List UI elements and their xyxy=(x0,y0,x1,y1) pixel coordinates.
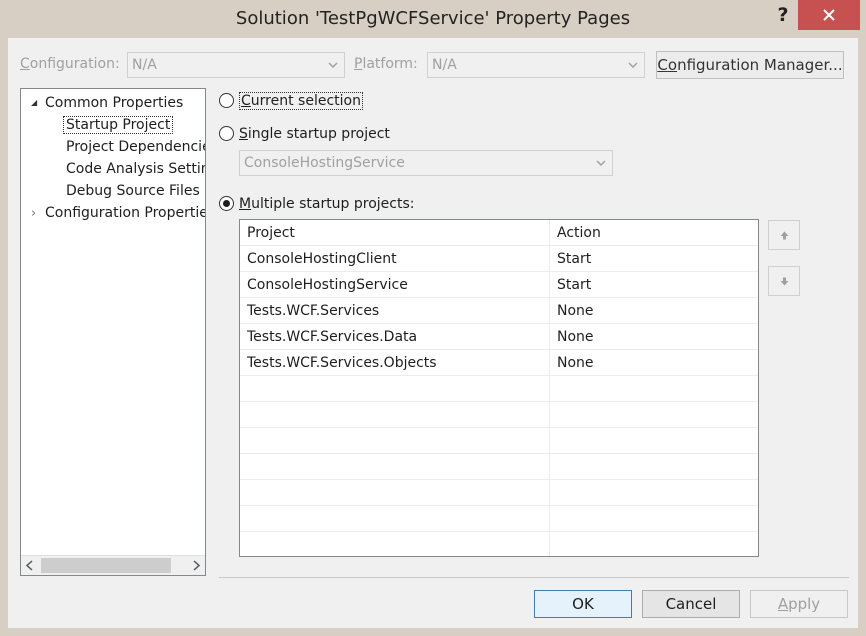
empty-cell xyxy=(240,376,550,402)
empty-cell xyxy=(550,532,758,556)
empty-cell xyxy=(550,428,758,454)
action-cell[interactable]: None xyxy=(550,298,758,324)
table-row[interactable]: Tests.WCF.Services.Objects None xyxy=(240,350,758,376)
current-selection-radio[interactable]: Current selection xyxy=(219,91,363,113)
empty-cell xyxy=(550,506,758,532)
action-cell[interactable]: Start xyxy=(550,246,758,272)
tree-item-label: Code Analysis Setting xyxy=(66,161,206,177)
arrow-up-icon xyxy=(780,231,789,240)
close-icon xyxy=(823,9,835,21)
empty-cell xyxy=(240,402,550,428)
column-header-action[interactable]: Action xyxy=(550,220,758,246)
empty-row xyxy=(240,480,758,506)
window-title: Solution 'TestPgWCFService' Property Pag… xyxy=(235,8,631,29)
chevron-down-icon xyxy=(596,160,606,167)
chevron-down-icon xyxy=(328,62,338,69)
project-cell: ConsoleHostingClient xyxy=(240,246,550,272)
grid-header-row: Project Action xyxy=(240,220,758,246)
project-cell: Tests.WCF.Services.Objects xyxy=(240,350,550,376)
tree-item-label: Startup Project xyxy=(63,116,174,134)
cancel-button[interactable]: Cancel xyxy=(642,590,740,618)
empty-cell xyxy=(240,454,550,480)
single-startup-radio[interactable]: Single startup project xyxy=(219,124,390,146)
title-bar[interactable]: Solution 'TestPgWCFService' Property Pag… xyxy=(0,0,866,38)
radio-circle-checked xyxy=(219,196,234,211)
chevron-down-icon xyxy=(628,62,638,69)
tree-collapsed-icon[interactable]: › xyxy=(31,203,45,225)
move-down-button[interactable] xyxy=(768,266,800,296)
empty-cell xyxy=(240,506,550,532)
single-startup-label: Single startup project xyxy=(239,126,390,142)
tree-item-label: Configuration Properties xyxy=(45,205,206,221)
scroll-left-icon[interactable] xyxy=(26,560,33,571)
property-pages-window: Solution 'TestPgWCFService' Property Pag… xyxy=(0,0,866,636)
column-header-project[interactable]: Project xyxy=(240,220,550,246)
tree-expanded-icon[interactable]: ◢ xyxy=(31,92,45,114)
tree-item-common-properties[interactable]: ◢ Common Properties xyxy=(31,92,183,114)
empty-cell xyxy=(550,454,758,480)
tree-item-debug-source-files[interactable]: Debug Source Files xyxy=(66,180,200,202)
empty-cell xyxy=(240,532,550,556)
empty-row xyxy=(240,454,758,480)
footer-separator xyxy=(219,577,849,578)
arrow-down-icon xyxy=(780,277,789,286)
radio-circle xyxy=(219,93,234,108)
empty-cell xyxy=(240,428,550,454)
action-cell[interactable]: None xyxy=(550,324,758,350)
tree-item-project-dependencies[interactable]: Project Dependencie xyxy=(66,136,206,158)
empty-cell xyxy=(550,480,758,506)
tree-item-label: Project Dependencie xyxy=(66,139,206,155)
single-startup-combo-value: ConsoleHostingService xyxy=(244,155,405,171)
property-tree[interactable]: ◢ Common Properties Startup Project Proje… xyxy=(20,88,206,576)
configuration-manager-button[interactable]: Configuration Manager... xyxy=(656,51,844,79)
move-up-button[interactable] xyxy=(768,220,800,250)
table-row[interactable]: Tests.WCF.Services.Data None xyxy=(240,324,758,350)
tree-item-code-analysis-settings[interactable]: Code Analysis Setting xyxy=(66,158,206,180)
project-cell: Tests.WCF.Services xyxy=(240,298,550,324)
table-row[interactable]: ConsoleHostingService Start xyxy=(240,272,758,298)
scroll-right-icon[interactable] xyxy=(193,560,200,571)
empty-row xyxy=(240,532,758,556)
dialog-client-area: Configuration: N/A Platform: N/A Configu… xyxy=(8,38,858,628)
platform-combo[interactable]: N/A xyxy=(427,52,645,78)
scrollbar-thumb[interactable] xyxy=(41,558,171,573)
empty-cell xyxy=(550,376,758,402)
radio-circle xyxy=(219,126,234,141)
apply-button[interactable]: Apply xyxy=(750,590,848,618)
tree-item-label: Debug Source Files xyxy=(66,183,200,199)
tree-item-configuration-properties[interactable]: › Configuration Properties xyxy=(31,202,206,225)
empty-row xyxy=(240,506,758,532)
empty-cell xyxy=(240,480,550,506)
configuration-label: Configuration: xyxy=(20,56,120,72)
empty-row xyxy=(240,402,758,428)
table-row[interactable]: Tests.WCF.Services None xyxy=(240,298,758,324)
current-selection-label: Current selection xyxy=(239,92,363,110)
single-startup-combo[interactable]: ConsoleHostingService xyxy=(239,150,613,176)
platform-combo-value: N/A xyxy=(432,57,457,73)
tree-item-startup-project[interactable]: Startup Project xyxy=(63,114,174,136)
multiple-startup-radio[interactable]: Multiple startup projects: xyxy=(219,194,415,216)
help-button[interactable]: ? xyxy=(768,2,798,28)
action-cell[interactable]: Start xyxy=(550,272,758,298)
empty-row xyxy=(240,428,758,454)
table-row[interactable]: ConsoleHostingClient Start xyxy=(240,246,758,272)
ok-button[interactable]: OK xyxy=(534,590,632,618)
empty-row xyxy=(240,376,758,402)
configuration-combo-value: N/A xyxy=(132,57,157,73)
startup-projects-grid[interactable]: Project Action ConsoleHostingClient Star… xyxy=(239,219,759,557)
configuration-combo[interactable]: N/A xyxy=(127,52,345,78)
project-cell: ConsoleHostingService xyxy=(240,272,550,298)
multiple-startup-label: Multiple startup projects: xyxy=(239,196,415,212)
close-button[interactable] xyxy=(798,0,860,30)
project-cell: Tests.WCF.Services.Data xyxy=(240,324,550,350)
empty-cell xyxy=(550,402,758,428)
platform-label: Platform: xyxy=(354,56,418,72)
tree-horizontal-scrollbar[interactable] xyxy=(21,555,205,575)
tree-item-label: Common Properties xyxy=(45,95,184,111)
action-cell[interactable]: None xyxy=(550,350,758,376)
